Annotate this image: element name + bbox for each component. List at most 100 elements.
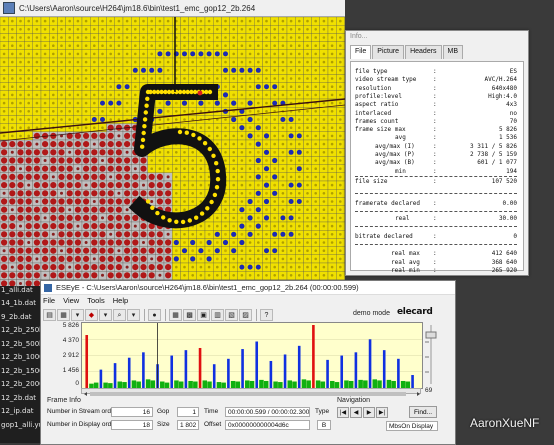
bar-frame-28[interactable] (212, 364, 216, 388)
stats-icon[interactable]: ▥ (211, 308, 224, 321)
display-order-field[interactable]: 18 (111, 420, 153, 430)
bar-frame-47[interactable] (301, 379, 307, 388)
tab-headers[interactable]: Headers (405, 45, 442, 59)
bar-frame-44[interactable] (287, 380, 293, 388)
file-list-item[interactable]: 12_2b_500k. (0, 338, 40, 352)
prev-frame-icon[interactable]: ◀ (350, 407, 362, 418)
bar-frame-40[interactable] (269, 360, 273, 388)
menu-view[interactable]: View (63, 296, 79, 305)
time-field[interactable]: 00:00:00.599 / 00:00:02.300 (225, 407, 310, 417)
bar-frame-67[interactable] (397, 358, 400, 388)
bar-frame-26[interactable] (202, 380, 208, 388)
last-frame-icon[interactable]: ▶| (376, 407, 388, 418)
save-icon[interactable]: ▦ (57, 308, 70, 321)
menu-help[interactable]: Help (113, 296, 128, 305)
slider-thumb[interactable] (425, 331, 437, 339)
bar-frame-4[interactable] (99, 369, 103, 388)
bar-frame-1[interactable] (85, 335, 89, 388)
bar-frame-37[interactable] (255, 341, 259, 389)
bar-frame-31[interactable] (227, 358, 230, 388)
chart-plot-area[interactable] (81, 322, 423, 389)
bar-frame-15[interactable] (150, 380, 156, 388)
bar-frame-20[interactable] (174, 380, 179, 388)
bar-frame-53[interactable] (330, 380, 335, 388)
zoom-icon[interactable]: ⌕ (113, 308, 126, 321)
bar-frame-38[interactable] (259, 379, 264, 388)
vertical-zoom-slider[interactable] (424, 322, 438, 387)
bar-frame-58[interactable] (354, 352, 358, 388)
menu-tools[interactable]: Tools (87, 296, 105, 305)
bar-frame-63[interactable] (377, 380, 382, 388)
file-list-item[interactable]: 14_1b.dat (0, 297, 40, 311)
file-list-item[interactable]: 12_ip.dat (0, 405, 40, 419)
file-list-item[interactable]: 12_2b.dat (0, 392, 40, 406)
open-icon[interactable]: ▤ (43, 308, 56, 321)
tab-file[interactable]: File (350, 45, 372, 59)
bar-frame-68[interactable] (400, 380, 406, 388)
type-field[interactable]: B (317, 420, 331, 430)
file-list-item[interactable]: gop1_alli.yuv (0, 419, 40, 433)
bar-frame-25[interactable] (198, 347, 202, 388)
stream-order-field[interactable]: 16 (111, 407, 153, 417)
bar-frame-60[interactable] (363, 380, 368, 388)
chevron-down-icon[interactable]: ▾ (127, 308, 140, 321)
bar-frame-49[interactable] (312, 325, 315, 388)
bar-frame-57[interactable] (348, 380, 354, 388)
scroll-left-icon[interactable] (84, 392, 87, 396)
gop-field[interactable]: 1 (177, 407, 199, 417)
first-frame-icon[interactable]: |◀ (337, 407, 349, 418)
size-field[interactable]: 1 802 (177, 420, 199, 430)
bar-frame-55[interactable] (340, 355, 344, 388)
layers-icon[interactable]: ▣ (197, 308, 210, 321)
scroll-thumb[interactable] (90, 392, 406, 396)
file-list-item[interactable]: 12_2b_250k. (0, 324, 40, 338)
bar-frame-11[interactable] (131, 380, 137, 388)
file-list-item[interactable]: 12_2b_1500k (0, 365, 40, 379)
bar-frame-66[interactable] (391, 380, 396, 388)
bar-frame-10[interactable] (127, 357, 131, 388)
bar-frame-64[interactable] (382, 350, 386, 388)
bar-frame-39[interactable] (263, 380, 269, 388)
bar-frame-56[interactable] (344, 380, 349, 388)
record-icon[interactable]: ● (148, 308, 161, 321)
file-list-item[interactable]: 12_2b_2000k (0, 378, 40, 392)
info-icon[interactable]: ▧ (225, 308, 238, 321)
bar-frame-34[interactable] (241, 349, 244, 388)
bar-frame-62[interactable] (372, 379, 378, 388)
menu-file[interactable]: File (43, 296, 55, 305)
bar-frame-23[interactable] (188, 380, 193, 388)
tab-mb[interactable]: MB (442, 45, 464, 59)
bar-frame-13[interactable] (142, 352, 145, 388)
bar-frame-48[interactable] (306, 380, 311, 388)
scroll-right-icon[interactable] (417, 392, 420, 396)
bar-frame-61[interactable] (368, 339, 372, 388)
chevron-down-icon[interactable]: ▾ (99, 308, 112, 321)
bar-frame-50[interactable] (315, 380, 321, 388)
bar-frame-46[interactable] (297, 345, 301, 388)
dropdown-icon[interactable]: ▾ (71, 308, 84, 321)
mb-view-icon[interactable]: ▩ (183, 308, 196, 321)
file-list-item[interactable]: 12_2b_1000k (0, 351, 40, 365)
bar-frame-35[interactable] (245, 380, 250, 388)
macroblock-grid[interactable] (0, 17, 345, 286)
bar-frame-70[interactable] (411, 375, 414, 388)
next-frame-icon[interactable]: ▶ (363, 407, 375, 418)
bar-frame-36[interactable] (249, 380, 255, 388)
find-button[interactable]: Find... (409, 406, 437, 418)
bar-frame-22[interactable] (184, 350, 188, 388)
color-picker-icon[interactable]: ◆ (85, 308, 98, 321)
file-list-item[interactable]: 9_2b.dat (0, 311, 40, 325)
bar-frame-19[interactable] (170, 355, 174, 388)
grid-view-icon[interactable]: ▦ (169, 308, 182, 321)
bar-frame-7[interactable] (113, 363, 117, 388)
bar-frame-43[interactable] (283, 354, 287, 388)
export-icon[interactable]: ▨ (239, 308, 252, 321)
display-mode-select[interactable]: MbsOn Display (386, 421, 438, 431)
offset-field[interactable]: 0x000000000004d6c (225, 420, 310, 430)
bar-frame-65[interactable] (386, 379, 392, 388)
bar-frame-14[interactable] (145, 379, 151, 388)
horizontal-scrollbar[interactable] (81, 388, 421, 396)
bar-frame-32[interactable] (230, 380, 236, 388)
help-icon[interactable]: ? (260, 308, 273, 321)
bar-frame-59[interactable] (358, 379, 363, 388)
